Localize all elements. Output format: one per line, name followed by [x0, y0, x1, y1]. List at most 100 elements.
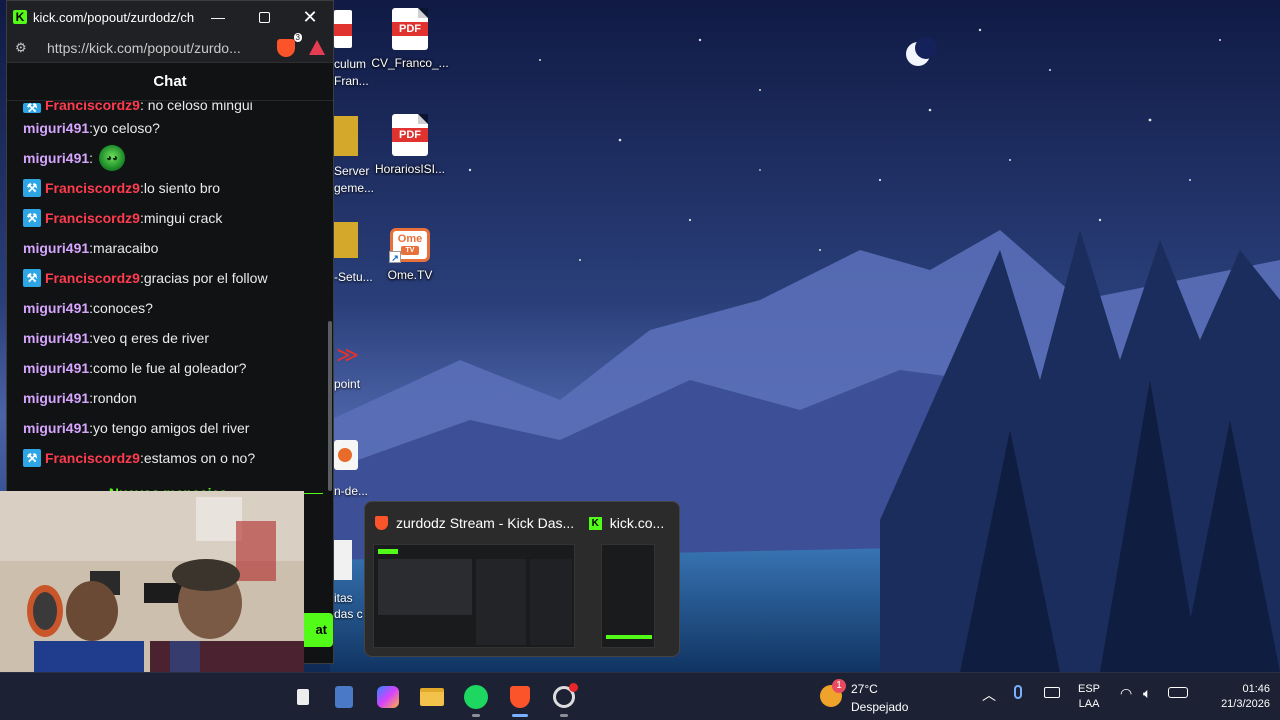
- chat-message: ⚒ Franciscordz9: gracias por el follow: [23, 263, 333, 293]
- desktop-icon-label: HorariosISI...: [374, 162, 446, 176]
- chat-username[interactable]: miguri491: [23, 240, 89, 256]
- chat-text: yo tengo amigos del river: [93, 420, 250, 436]
- system-clock[interactable]: 01:46 21/3/2026: [1200, 682, 1270, 712]
- chat-username[interactable]: miguri491: [23, 300, 89, 316]
- taskbar-app-calculator[interactable]: [328, 681, 360, 713]
- brave-icon: [375, 516, 388, 530]
- desktop-icon-label: Ome.TV: [387, 268, 433, 282]
- taskbar-app-spotify[interactable]: [460, 681, 492, 717]
- shield-count-badge: 3: [293, 32, 302, 42]
- volume-icon[interactable]: 🔈︎: [1143, 685, 1151, 702]
- clock-date: 21/3/2026: [1221, 698, 1270, 710]
- desktop-icon-cv-franco[interactable]: PDF CV_Franco_...: [370, 8, 450, 70]
- minimize-icon: —: [211, 9, 225, 25]
- chat-text: lo siento bro: [143, 180, 221, 196]
- close-button[interactable]: ✕: [287, 1, 333, 33]
- keyboard-layout-code: LAA: [1078, 698, 1100, 710]
- chat-text: : no celoso mingui: [139, 101, 253, 113]
- keyboard-icon[interactable]: [1044, 685, 1060, 701]
- chat-username[interactable]: miguri491: [23, 330, 89, 346]
- taskbar-app-file[interactable]: [292, 681, 314, 713]
- partial-pdf-icon: [334, 10, 352, 48]
- preview-window-brave[interactable]: zurdodz Stream - Kick Das...: [373, 510, 577, 648]
- chat-username[interactable]: miguri491: [23, 420, 89, 436]
- preview-thumbnail: [373, 544, 575, 648]
- desktop-icon-label: CV_Franco_...: [371, 56, 449, 70]
- brave-rewards-icon[interactable]: [309, 40, 325, 55]
- pdf-file-icon: PDF: [392, 8, 428, 50]
- kick-icon: K: [588, 516, 602, 530]
- microphone-icon[interactable]: [1014, 685, 1022, 702]
- maximize-icon: [258, 11, 270, 23]
- input-language-indicator[interactable]: ESP LAA: [1078, 682, 1100, 712]
- chat-text: gracias por el follow: [143, 270, 268, 286]
- taskbar: 1 27°C Despejado ︿ ESP LAA ◠ 🔈︎ 01:46 21…: [0, 672, 1280, 720]
- partial-icon-label: itas: [334, 591, 353, 605]
- taskbar-app-copilot[interactable]: [372, 681, 404, 713]
- chat-text: yo celoso?: [93, 120, 160, 136]
- chat-message: miguri491: como le fue al goleador?: [23, 353, 333, 383]
- emote-icon[interactable]: ◕◕: [99, 145, 126, 171]
- shortcut-arrow-icon: ↗: [389, 251, 401, 263]
- taskbar-app-explorer[interactable]: [416, 681, 448, 713]
- recording-dot-icon: [569, 683, 578, 692]
- chat-username[interactable]: Franciscordz9: [45, 180, 140, 196]
- chat-message: miguri491: yo tengo amigos del river: [23, 413, 333, 443]
- spotify-icon: [464, 685, 488, 709]
- chat-message: miguri491: conoces?: [23, 293, 333, 323]
- partial-folder-icon: [334, 222, 358, 258]
- close-icon: ✕: [302, 6, 318, 27]
- chat-message: ⚒ Franciscordz9: estamos on o no?: [23, 443, 333, 473]
- chat-username[interactable]: Franciscordz9: [45, 210, 140, 226]
- chat-scrollbar[interactable]: [328, 321, 332, 491]
- chat-username[interactable]: Franciscordz9: [45, 270, 140, 286]
- taskbar-app-obs[interactable]: [548, 681, 580, 717]
- partial-folder-icon: [334, 116, 358, 156]
- preview-window-kick[interactable]: K kick.co...: [587, 510, 671, 648]
- show-hidden-icons-chevron-icon[interactable]: ︿: [982, 685, 996, 705]
- weather-badge: 1: [832, 679, 846, 693]
- partial-icon-label: Fran...: [334, 74, 369, 88]
- moderator-badge-icon: ⚒: [23, 179, 41, 197]
- window-titlebar[interactable]: K kick.com/popout/zurdodz/ch... — ✕: [7, 1, 333, 33]
- partial-file-icon: [334, 540, 352, 580]
- chat-username[interactable]: Franciscordz9: [45, 101, 140, 113]
- partial-icon-label: Server: [334, 164, 370, 178]
- minimize-button[interactable]: —: [195, 1, 241, 33]
- maximize-button[interactable]: [241, 1, 287, 33]
- taskbar-app-brave[interactable]: [504, 681, 536, 717]
- chat-text: mingui crack: [143, 210, 223, 226]
- partial-icon-label: n-de...: [334, 484, 369, 498]
- chat-username[interactable]: miguri491: [23, 360, 89, 376]
- copilot-icon: [377, 686, 399, 708]
- brave-shields-icon[interactable]: 3: [277, 32, 302, 57]
- weather-widget[interactable]: 1 27°C Despejado: [818, 677, 938, 717]
- moderator-badge-icon: ⚒: [23, 101, 41, 113]
- address-bar: ⚙ https://kick.com/popout/zurdo... 3: [7, 32, 333, 63]
- partial-app-icon: [334, 440, 358, 470]
- partial-icon-label: -Setu...: [334, 270, 373, 284]
- chat-username[interactable]: miguri491: [23, 390, 89, 406]
- chat-username[interactable]: Franciscordz9: [45, 450, 140, 466]
- chat-send-button[interactable]: at: [299, 613, 333, 647]
- calculator-icon: [335, 686, 353, 708]
- desktop-icon-horarios[interactable]: PDF HorariosISI...: [370, 114, 450, 176]
- chat-text: estamos on o no?: [143, 450, 256, 466]
- site-settings-icon[interactable]: ⚙: [15, 40, 33, 56]
- partial-app-icon: ≫: [336, 342, 360, 367]
- window-title: kick.com/popout/zurdodz/ch...: [33, 9, 195, 25]
- weather-condition: Despejado: [851, 700, 909, 714]
- chat-username[interactable]: miguri491: [23, 120, 89, 136]
- pdf-file-icon: PDF: [392, 114, 428, 156]
- chat-text: maracaibo: [93, 240, 159, 256]
- desktop-icon-ometv[interactable]: Ome TV ↗ Ome.TV: [370, 222, 450, 282]
- moderator-badge-icon: ⚒: [23, 209, 41, 227]
- wifi-icon[interactable]: ◠: [1120, 685, 1132, 702]
- chat-message: ⚒ Franciscordz9: lo siento bro: [23, 173, 333, 203]
- chat-message: miguri491: maracaibo: [23, 233, 333, 263]
- chat-username[interactable]: miguri491: [23, 150, 89, 166]
- battery-icon[interactable]: [1168, 685, 1188, 701]
- partial-icon-label: culum: [334, 57, 367, 71]
- chat-text: veo q eres de river: [93, 330, 209, 346]
- url-field[interactable]: https://kick.com/popout/zurdo...: [47, 40, 269, 56]
